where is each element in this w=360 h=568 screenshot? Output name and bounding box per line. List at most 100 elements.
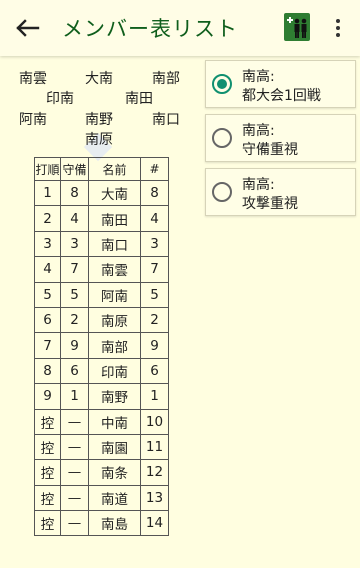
cell-order: 2: [34, 205, 61, 232]
position-center-field: 大南: [85, 71, 113, 87]
header-number: #: [140, 157, 169, 181]
radio-button[interactable]: [212, 128, 232, 148]
table-row: 控 — 南島 14: [34, 510, 169, 537]
option-team-label: 南高:: [242, 123, 275, 139]
cell-name: 南部: [88, 332, 141, 359]
cell-position: 9: [60, 332, 89, 359]
cell-name: 南条: [88, 459, 141, 486]
position-first-base: 南口: [152, 112, 180, 128]
option-plan-label: 守備重視: [242, 142, 298, 158]
cell-position: 1: [60, 383, 89, 410]
cell-name: 大南: [88, 179, 141, 207]
table-row: 6 2 南原 2: [34, 306, 169, 334]
position-second-base: 南田: [125, 91, 153, 107]
cell-name: 南野: [88, 383, 141, 410]
cell-position: 3: [60, 230, 89, 258]
cell-number: 7: [140, 256, 169, 283]
strategy-option-offense[interactable]: 南高: 攻撃重視: [205, 168, 356, 216]
strategy-option-defense[interactable]: 南高: 守備重視: [205, 114, 356, 162]
add-people-icon: [287, 17, 307, 38]
table-row: 4 7 南雲 7: [34, 256, 169, 283]
position-catcher: 南原: [85, 132, 113, 148]
cell-order: 3: [34, 230, 61, 258]
radio-button-selected[interactable]: [212, 74, 232, 94]
position-right-field: 南部: [152, 71, 180, 87]
cell-position: —: [60, 484, 89, 512]
table-row: 控 — 中南 10: [34, 408, 169, 435]
cell-number: 2: [140, 306, 169, 334]
cell-number: 13: [140, 484, 169, 512]
cell-position: 4: [60, 205, 89, 232]
page-title: メンバー表リスト: [62, 17, 238, 41]
cell-position: 8: [60, 179, 89, 207]
cell-order: 9: [34, 383, 61, 410]
cell-order: 6: [34, 306, 61, 334]
position-third-base: 阿南: [19, 112, 47, 128]
table-row: 3 3 南口 3: [34, 230, 169, 258]
back-button[interactable]: [10, 12, 46, 44]
cell-name: 阿南: [88, 281, 141, 308]
cell-number: 10: [140, 408, 169, 435]
lineup-table: 打順 守備 名前 # 1 8 大南 8 2 4 南田 4 3 3 南口 3 4 7 南雲 7 5 5 阿南 5…: [34, 157, 169, 537]
cell-order: 控: [34, 433, 61, 461]
position-pitcher: 南野: [85, 112, 113, 128]
cell-number: 9: [140, 332, 169, 359]
more-options-button[interactable]: [330, 14, 346, 42]
cell-name: 南口: [88, 230, 141, 258]
position-left-field: 南雲: [19, 71, 47, 87]
cell-order: 1: [34, 179, 61, 207]
cell-order: 4: [34, 256, 61, 283]
cell-order: 7: [34, 332, 61, 359]
cell-name: 印南: [88, 357, 141, 385]
arrow-left-icon: [16, 19, 40, 37]
strategy-options: 南高: 都大会1回戦 南高: 守備重視 南高: 攻撃重視: [205, 60, 356, 222]
header-batting-order: 打順: [34, 157, 61, 181]
field-formation: 南雲 大南 南部 印南 南田 阿南 南野 南口 南原: [0, 56, 200, 162]
table-header-row: 打順 守備 名前 #: [34, 157, 169, 181]
cell-number: 12: [140, 459, 169, 486]
cell-name: 南島: [88, 510, 141, 537]
cell-number: 8: [140, 179, 169, 207]
radio-button[interactable]: [212, 182, 232, 202]
table-row: 控 — 南園 11: [34, 433, 169, 461]
cell-name: 中南: [88, 408, 141, 435]
cell-number: 5: [140, 281, 169, 308]
cell-name: 南田: [88, 205, 141, 232]
cell-position: 6: [60, 357, 89, 385]
cell-number: 1: [140, 383, 169, 410]
header-name: 名前: [88, 157, 141, 181]
cell-order: 控: [34, 484, 61, 512]
option-plan-label: 都大会1回戦: [242, 88, 321, 104]
cell-position: —: [60, 459, 89, 486]
table-row: 8 6 印南 6: [34, 357, 169, 385]
option-plan-label: 攻撃重視: [242, 196, 298, 212]
cell-name: 南雲: [88, 256, 141, 283]
cell-position: 2: [60, 306, 89, 334]
cell-number: 11: [140, 433, 169, 461]
cell-number: 6: [140, 357, 169, 385]
cell-name: 南園: [88, 433, 141, 461]
table-row: 5 5 阿南 5: [34, 281, 169, 308]
position-shortstop: 印南: [46, 91, 74, 107]
app-bar: メンバー表リスト: [0, 0, 360, 56]
table-row: 9 1 南野 1: [34, 383, 169, 410]
cell-position: 7: [60, 256, 89, 283]
table-row: 控 — 南道 13: [34, 484, 169, 512]
cell-name: 南原: [88, 306, 141, 334]
cell-position: —: [60, 408, 89, 435]
table-row: 7 9 南部 9: [34, 332, 169, 359]
cell-order: 控: [34, 459, 61, 486]
cell-position: —: [60, 510, 89, 537]
strategy-option-tournament[interactable]: 南高: 都大会1回戦: [205, 60, 356, 108]
cell-name: 南道: [88, 484, 141, 512]
option-team-label: 南高:: [242, 69, 275, 85]
option-team-label: 南高:: [242, 177, 275, 193]
cell-order: 控: [34, 408, 61, 435]
cell-order: 8: [34, 357, 61, 385]
table-row: 1 8 大南 8: [34, 179, 169, 207]
cell-order: 控: [34, 510, 61, 537]
cell-position: 5: [60, 281, 89, 308]
add-people-button[interactable]: [284, 13, 310, 41]
cell-number: 4: [140, 205, 169, 232]
header-position: 守備: [60, 157, 89, 181]
